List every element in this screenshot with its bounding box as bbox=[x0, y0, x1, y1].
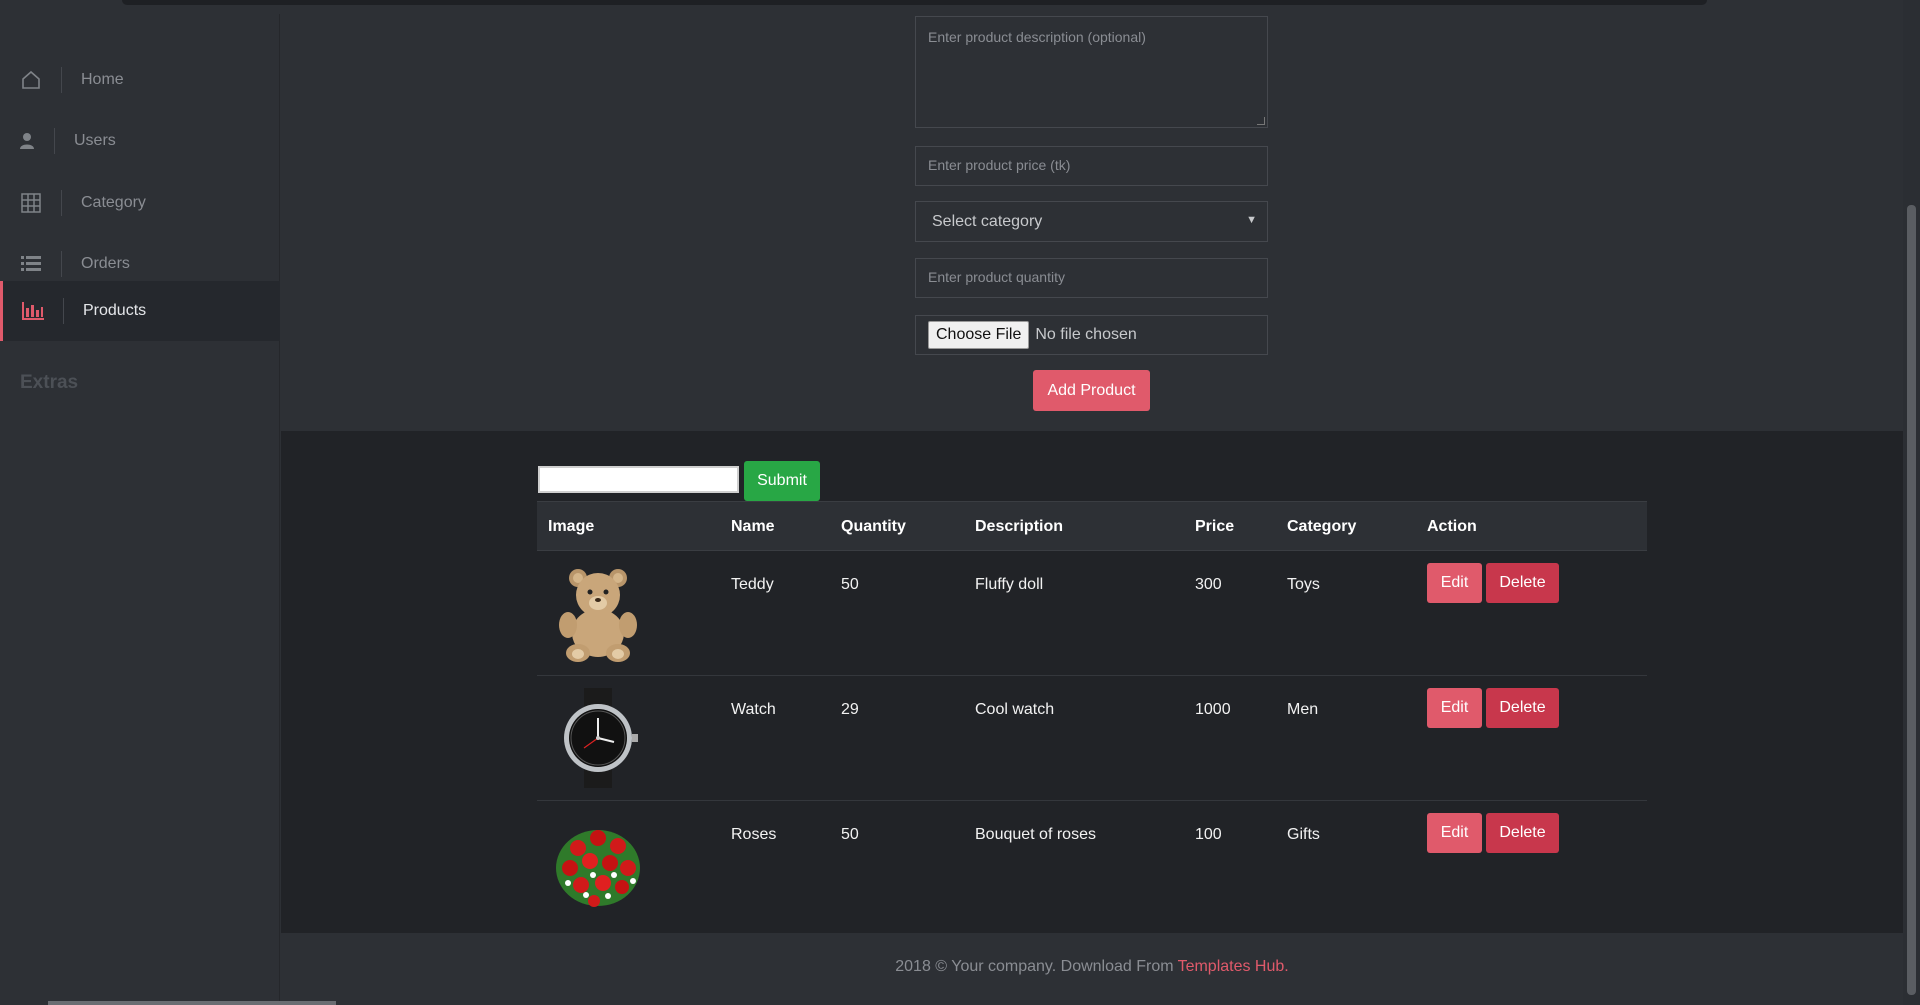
separator bbox=[61, 67, 62, 93]
delete-button[interactable]: Delete bbox=[1486, 688, 1559, 728]
footer: 2018 © Your company. Download From Templ… bbox=[281, 933, 1903, 1000]
separator bbox=[61, 251, 62, 277]
submit-button[interactable]: Submit bbox=[744, 461, 820, 501]
user-icon bbox=[13, 127, 41, 155]
home-icon bbox=[17, 66, 45, 94]
category-select[interactable]: Select category ▼ bbox=[915, 201, 1268, 242]
file-status: No file chosen bbox=[1035, 326, 1137, 343]
table-header: Image Name Quantity Description Price Ca… bbox=[537, 501, 1647, 551]
header-image: Image bbox=[548, 518, 595, 535]
roses-image bbox=[548, 813, 648, 913]
browser-top-bar bbox=[0, 0, 1903, 14]
category-selected-value: Select category bbox=[932, 213, 1043, 230]
watch-image bbox=[548, 688, 648, 788]
teddy-bear-image bbox=[548, 563, 648, 663]
cell-name: Watch bbox=[731, 701, 776, 718]
cell-description: Cool watch bbox=[975, 701, 1055, 718]
sidebar-item-label: Home bbox=[81, 71, 124, 88]
sidebar-heading-extras: Extras bbox=[20, 372, 79, 393]
header-description: Description bbox=[975, 518, 1064, 535]
description-textarea[interactable]: Enter product description (optional) bbox=[915, 16, 1268, 128]
edit-button[interactable]: Edit bbox=[1427, 563, 1482, 603]
description-placeholder: Enter product description (optional) bbox=[928, 29, 1146, 45]
edit-button[interactable]: Edit bbox=[1427, 813, 1482, 853]
chevron-down-icon: ▼ bbox=[1246, 214, 1257, 226]
delete-button[interactable]: Delete bbox=[1486, 813, 1559, 853]
sidebar-item-products[interactable]: Products bbox=[0, 281, 280, 341]
quantity-placeholder: Enter product quantity bbox=[928, 269, 1065, 285]
cell-name: Roses bbox=[731, 826, 777, 843]
sidebar-item-category[interactable]: Category bbox=[0, 173, 280, 233]
separator bbox=[63, 298, 64, 324]
sidebar-item-label: Orders bbox=[81, 255, 130, 272]
sidebar-item-label: Category bbox=[81, 194, 146, 211]
separator bbox=[54, 128, 55, 154]
sidebar: Home Users Category Orders Products Extr… bbox=[0, 14, 280, 1005]
cell-category: Gifts bbox=[1287, 826, 1320, 843]
header-name: Name bbox=[731, 518, 775, 535]
table-row: Watch 29 Cool watch 1000 Men Edit Delete bbox=[537, 676, 1647, 801]
products-table: Image Name Quantity Description Price Ca… bbox=[537, 501, 1647, 926]
table-row: Teddy 50 Fluffy doll 300 Toys Edit Delet… bbox=[537, 551, 1647, 676]
cell-description: Fluffy doll bbox=[975, 576, 1044, 593]
top-bar-inner bbox=[122, 0, 1707, 5]
search-input[interactable] bbox=[538, 466, 739, 493]
sidebar-item-users[interactable]: Users bbox=[0, 111, 280, 171]
cell-quantity: 50 bbox=[841, 826, 859, 843]
separator bbox=[61, 190, 62, 216]
footer-link[interactable]: Templates Hub. bbox=[1178, 958, 1289, 976]
cell-category: Men bbox=[1287, 701, 1319, 718]
file-input[interactable]: Choose File No file chosen bbox=[915, 315, 1268, 355]
cell-name: Teddy bbox=[731, 576, 774, 593]
choose-file-button[interactable]: Choose File bbox=[928, 321, 1030, 349]
scrollbar-thumb[interactable] bbox=[1907, 205, 1916, 995]
header-action: Action bbox=[1427, 518, 1477, 535]
sidebar-item-label: Users bbox=[74, 132, 116, 149]
table-row: Roses 50 Bouquet of roses 100 Gifts Edit… bbox=[537, 801, 1647, 926]
cell-quantity: 50 bbox=[841, 576, 859, 593]
scrollbar[interactable] bbox=[1903, 0, 1920, 1005]
header-price: Price bbox=[1195, 518, 1235, 535]
bottom-strip bbox=[48, 1001, 336, 1005]
footer-text: 2018 © Your company. Download From bbox=[895, 957, 1174, 975]
edit-button[interactable]: Edit bbox=[1427, 688, 1482, 728]
price-placeholder: Enter product price (tk) bbox=[928, 157, 1071, 173]
cell-quantity: 29 bbox=[841, 701, 859, 718]
cell-price: 100 bbox=[1195, 826, 1222, 843]
bar-chart-icon bbox=[19, 297, 47, 325]
quantity-input[interactable]: Enter product quantity bbox=[915, 258, 1268, 298]
resize-handle[interactable] bbox=[1257, 117, 1265, 125]
price-input[interactable]: Enter product price (tk) bbox=[915, 146, 1268, 186]
cell-category: Toys bbox=[1287, 576, 1320, 593]
header-category: Category bbox=[1287, 518, 1357, 535]
sidebar-item-label: Products bbox=[83, 302, 147, 319]
list-icon bbox=[17, 250, 45, 278]
add-product-button[interactable]: Add Product bbox=[1033, 370, 1150, 411]
delete-button[interactable]: Delete bbox=[1486, 563, 1559, 603]
cell-price: 1000 bbox=[1195, 701, 1231, 718]
sidebar-item-home[interactable]: Home bbox=[0, 50, 280, 110]
cell-description: Bouquet of roses bbox=[975, 826, 1096, 843]
header-quantity: Quantity bbox=[841, 518, 906, 535]
cell-price: 300 bbox=[1195, 576, 1222, 593]
grid-icon bbox=[17, 189, 45, 217]
